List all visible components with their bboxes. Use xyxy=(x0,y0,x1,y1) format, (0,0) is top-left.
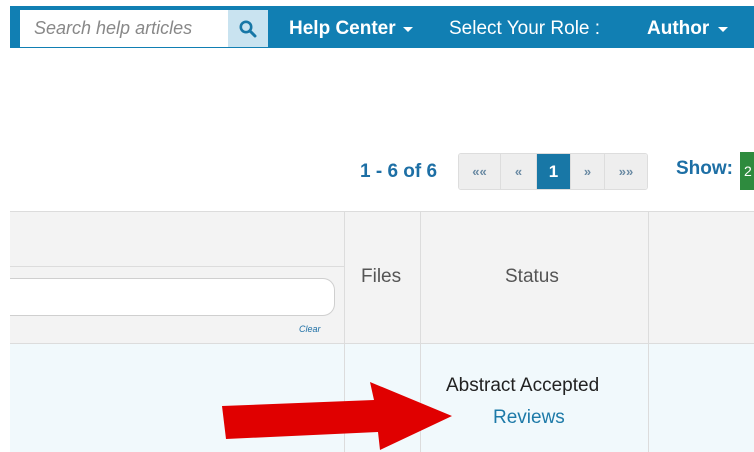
column-filter-input[interactable] xyxy=(10,278,335,316)
caret-down-icon xyxy=(718,27,729,32)
page-size-select[interactable]: 2 xyxy=(740,152,754,190)
select-role-label: Select Your Role : xyxy=(449,17,601,39)
pagination: «« « 1 » »» xyxy=(458,153,648,190)
column-header-files[interactable]: Files xyxy=(361,266,401,288)
show-label: Show: xyxy=(676,158,733,179)
caret-down-icon xyxy=(402,27,413,32)
prev-page-button[interactable]: « xyxy=(501,154,537,189)
header-row-border xyxy=(10,343,754,344)
first-page-button[interactable]: «« xyxy=(459,154,501,189)
red-arrow-icon xyxy=(222,382,452,450)
help-center-label: Help Center xyxy=(289,17,396,39)
reviews-link[interactable]: Reviews xyxy=(493,407,565,429)
role-value: Author xyxy=(647,17,710,39)
search-icon xyxy=(239,20,257,37)
column-divider xyxy=(648,212,649,452)
column-header-status[interactable]: Status xyxy=(505,266,559,288)
last-page-button[interactable]: »» xyxy=(605,154,647,189)
search-input[interactable] xyxy=(20,10,228,47)
row-status: Abstract Accepted xyxy=(446,375,600,396)
next-page-button[interactable]: » xyxy=(571,154,605,189)
role-dropdown[interactable]: Author xyxy=(647,10,729,47)
header-divider xyxy=(10,266,344,267)
help-center-menu[interactable]: Help Center xyxy=(289,10,413,47)
clear-filter-link[interactable]: Clear xyxy=(299,324,321,334)
pagination-range: 1 - 6 of 6 xyxy=(360,161,438,182)
current-page-button[interactable]: 1 xyxy=(537,154,571,189)
search-button[interactable] xyxy=(228,10,268,47)
table-border xyxy=(10,211,754,212)
